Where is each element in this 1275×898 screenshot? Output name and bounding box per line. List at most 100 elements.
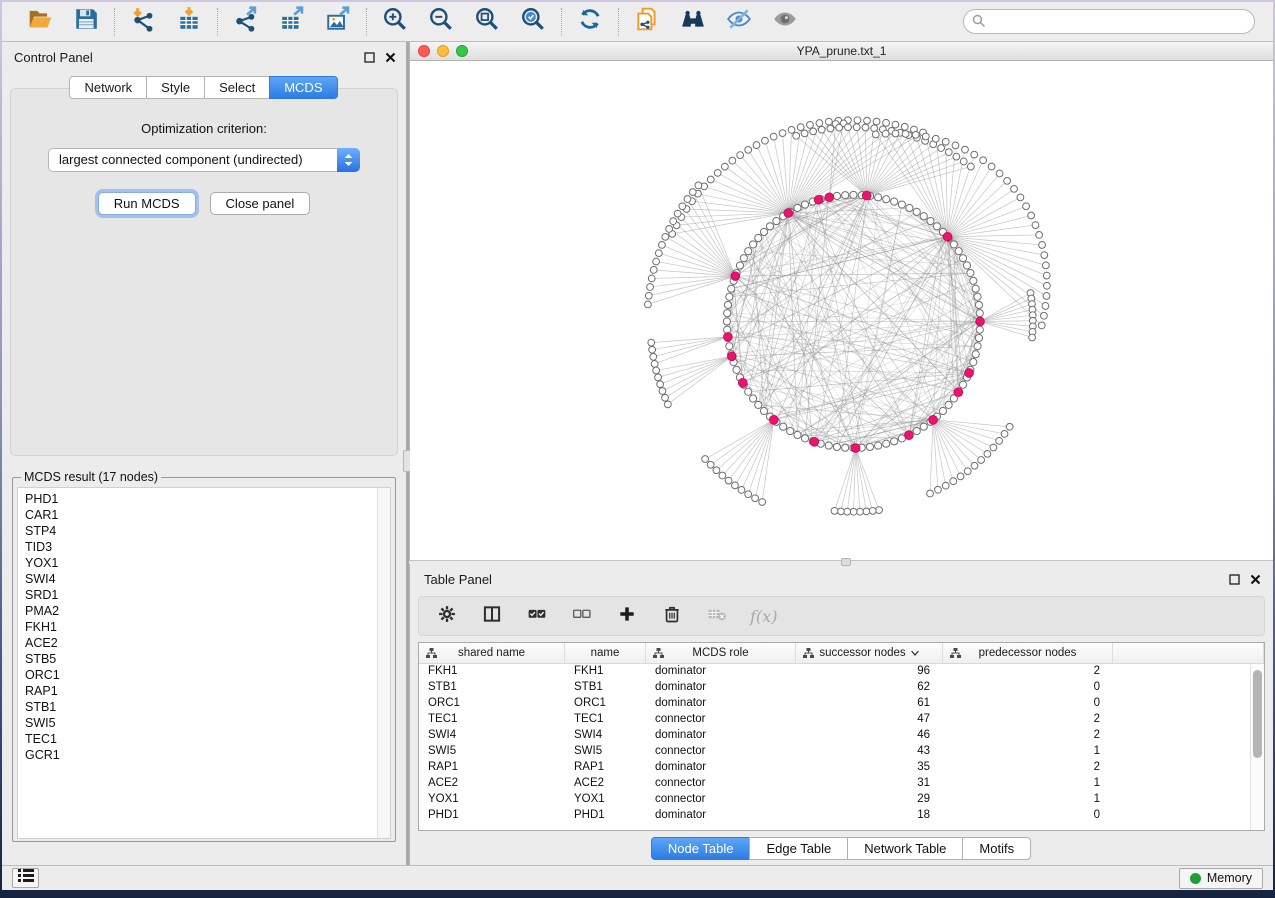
mcds-result-item[interactable]: PHD1 xyxy=(25,491,390,507)
network-node[interactable] xyxy=(833,192,840,199)
network-node[interactable] xyxy=(945,401,952,408)
network-node[interactable] xyxy=(883,196,890,203)
network-node[interactable] xyxy=(714,169,721,176)
network-node[interactable] xyxy=(733,366,740,373)
network-node[interactable] xyxy=(707,176,714,183)
network-node[interactable] xyxy=(1032,222,1039,229)
table-row[interactable]: RAP1RAP1dominator352 xyxy=(419,760,1264,776)
first-neighbors-button[interactable] xyxy=(678,7,708,37)
network-hub-node[interactable] xyxy=(943,232,952,241)
tab-network[interactable]: Network xyxy=(69,76,147,99)
network-node[interactable] xyxy=(975,334,982,341)
network-node[interactable] xyxy=(719,472,726,479)
network-node[interactable] xyxy=(684,196,691,203)
network-node[interactable] xyxy=(755,234,762,241)
network-node[interactable] xyxy=(857,508,864,515)
network-node[interactable] xyxy=(670,218,677,225)
network-node[interactable] xyxy=(725,477,732,484)
network-node[interactable] xyxy=(827,125,834,132)
create-column-button[interactable] xyxy=(615,604,639,628)
network-node[interactable] xyxy=(845,124,852,131)
import-table-button[interactable] xyxy=(174,7,204,37)
network-node[interactable] xyxy=(960,158,967,165)
close-panel-button[interactable]: Close panel xyxy=(210,192,311,215)
network-node[interactable] xyxy=(942,482,949,489)
network-node[interactable] xyxy=(990,444,997,451)
network-node[interactable] xyxy=(787,427,794,434)
network-node[interactable] xyxy=(866,443,873,450)
open-folder-button[interactable] xyxy=(25,7,55,37)
table-row[interactable]: YOX1YOX1connector291 xyxy=(419,792,1264,808)
network-node[interactable] xyxy=(752,495,759,502)
network-hub-node[interactable] xyxy=(728,352,737,361)
mcds-result-item[interactable]: ORC1 xyxy=(25,667,390,683)
network-node[interactable] xyxy=(864,117,871,124)
network-node[interactable] xyxy=(927,490,934,497)
network-node[interactable] xyxy=(674,210,681,217)
mcds-result-item[interactable]: FKH1 xyxy=(25,619,390,635)
mcds-result-item[interactable]: STB1 xyxy=(25,699,390,715)
mcds-result-item[interactable]: TID3 xyxy=(25,539,390,555)
network-node[interactable] xyxy=(854,117,861,124)
network-node[interactable] xyxy=(876,507,883,514)
network-node[interactable] xyxy=(723,318,730,325)
network-node[interactable] xyxy=(1042,303,1049,310)
network-hub-node[interactable] xyxy=(954,388,963,397)
network-node[interactable] xyxy=(970,277,977,284)
network-hub-node[interactable] xyxy=(929,416,938,425)
network-node[interactable] xyxy=(891,438,898,445)
network-node[interactable] xyxy=(980,157,987,164)
network-node[interactable] xyxy=(1041,252,1048,259)
vertical-splitter[interactable] xyxy=(406,42,409,865)
network-node[interactable] xyxy=(1044,282,1051,289)
network-node[interactable] xyxy=(1042,262,1049,269)
network-node[interactable] xyxy=(975,301,982,308)
network-node[interactable] xyxy=(957,473,964,480)
network-node[interactable] xyxy=(728,285,735,292)
network-node[interactable] xyxy=(645,292,652,299)
network-node[interactable] xyxy=(883,440,890,447)
import-network-button[interactable] xyxy=(128,7,158,37)
network-node[interactable] xyxy=(1039,242,1046,249)
network-node[interactable] xyxy=(871,125,878,132)
network-node[interactable] xyxy=(978,457,985,464)
network-node[interactable] xyxy=(974,293,981,300)
network-node[interactable] xyxy=(872,131,879,138)
network-node[interactable] xyxy=(831,507,838,514)
network-node[interactable] xyxy=(976,326,983,333)
search-input[interactable] xyxy=(963,9,1255,34)
network-node[interactable] xyxy=(702,456,709,463)
table-settings-button[interactable] xyxy=(435,604,459,628)
network-node[interactable] xyxy=(950,241,957,248)
network-node[interactable] xyxy=(913,427,920,434)
network-node[interactable] xyxy=(945,149,952,156)
network-node[interactable] xyxy=(766,223,773,230)
network-node[interactable] xyxy=(1006,423,1013,430)
network-node[interactable] xyxy=(755,401,762,408)
delete-column-button[interactable] xyxy=(660,604,684,628)
network-node[interactable] xyxy=(664,401,671,408)
tab-node-table[interactable]: Node Table xyxy=(651,837,751,860)
network-node[interactable] xyxy=(959,381,966,388)
network-node[interactable] xyxy=(988,163,995,170)
export-table-button[interactable] xyxy=(277,7,307,37)
network-hub-node[interactable] xyxy=(862,191,871,200)
network-node[interactable] xyxy=(932,135,939,142)
network-node[interactable] xyxy=(862,124,869,131)
network-node[interactable] xyxy=(753,142,760,149)
mcds-result-item[interactable]: SWI4 xyxy=(25,571,390,587)
network-node[interactable] xyxy=(818,126,825,133)
network-node[interactable] xyxy=(935,486,942,493)
network-node[interactable] xyxy=(760,407,767,414)
network-node[interactable] xyxy=(773,217,780,224)
network-node[interactable] xyxy=(996,170,1003,177)
tab-network-table[interactable]: Network Table xyxy=(847,837,963,860)
network-node[interactable] xyxy=(794,204,801,211)
table-row[interactable]: FKH1FKH1dominator962 xyxy=(419,664,1264,680)
network-node[interactable] xyxy=(950,478,957,485)
network-node[interactable] xyxy=(927,217,934,224)
network-node[interactable] xyxy=(837,508,844,515)
splitter-handle[interactable] xyxy=(841,558,851,566)
network-node[interactable] xyxy=(713,467,720,474)
network-node[interactable] xyxy=(844,508,851,515)
